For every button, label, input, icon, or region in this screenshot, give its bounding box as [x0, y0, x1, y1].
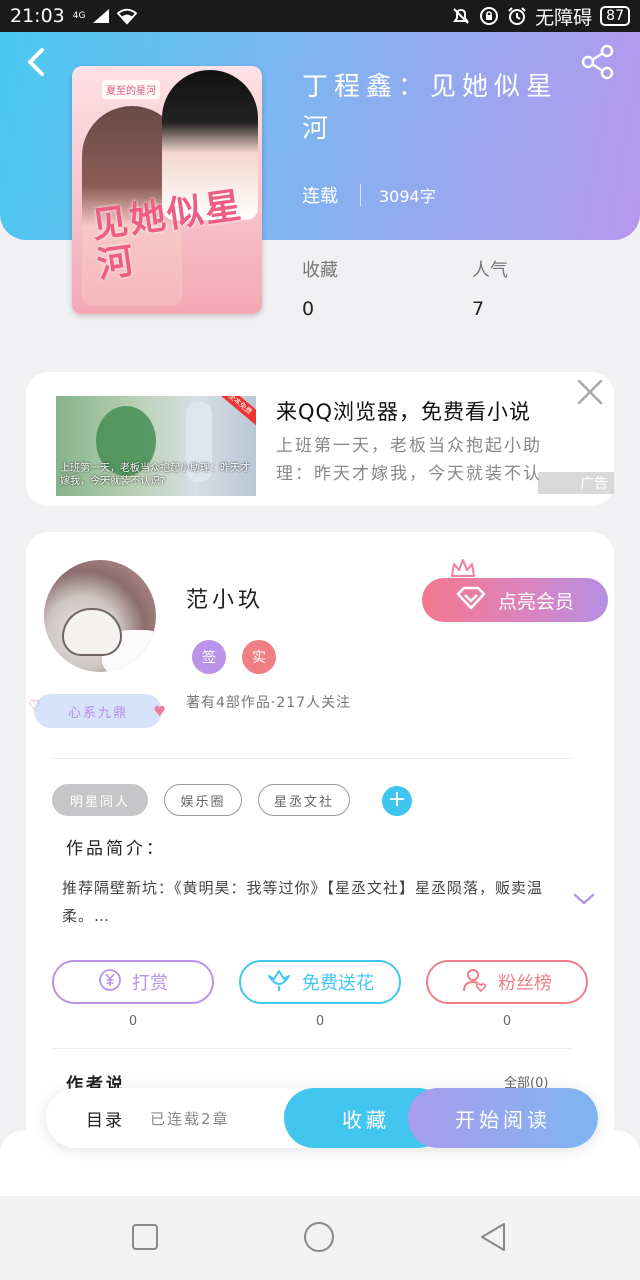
stat-value: 7 — [472, 298, 485, 320]
accessibility-label: 无障碍 — [535, 6, 593, 29]
serial-status: 连载 — [302, 186, 338, 207]
vip-button[interactable]: 点亮会员 — [422, 578, 608, 622]
word-count: 3094字 — [379, 187, 436, 206]
ad-image-caption: 上班第一天，老板当众抱起小助理：昨天才嫁我，今天就装不认识? — [60, 463, 250, 487]
stat-label: 收藏 — [302, 260, 338, 281]
fan-badge: ♡ 心系九鼎 ♥ — [28, 694, 166, 728]
alarm-icon — [507, 6, 527, 26]
mute-icon — [451, 6, 471, 26]
chevron-down-icon[interactable] — [572, 890, 596, 908]
crown-icon — [450, 558, 476, 580]
back-icon[interactable] — [22, 44, 50, 80]
avatar-cat — [62, 608, 122, 656]
status-bar: 21:03 4G 无障碍 87 — [0, 0, 640, 32]
stat-collections: 收藏 0 — [302, 256, 338, 320]
ad-title[interactable]: 来QQ浏览器，免费看小说 — [276, 396, 531, 426]
fan-ranking-button[interactable]: 粉丝榜 — [426, 960, 588, 1004]
heart-icon: ♥ — [153, 704, 168, 720]
diamond-icon — [456, 586, 486, 615]
catalog-button[interactable]: 目录 — [86, 1088, 124, 1148]
home-icon[interactable] — [302, 1220, 336, 1254]
divider — [52, 758, 572, 759]
battery-indicator: 87 — [600, 6, 630, 26]
reward-button[interactable]: 打赏 — [52, 960, 214, 1004]
flower-count: 0 — [315, 1014, 325, 1029]
reward-label: 打赏 — [132, 973, 168, 994]
fan-ranking-count: 0 — [502, 1014, 512, 1029]
ad-image[interactable]: 全本免费 上班第一天，老板当众抱起小助理：昨天才嫁我，今天就装不认识? — [56, 396, 256, 496]
intro-text[interactable]: 推荐隔壁新坑：《黄明昊：我等过你》【星丞文社】星丞陨落，贩卖温柔。… — [62, 874, 562, 930]
send-flower-button[interactable]: 免费送花 — [239, 960, 401, 1004]
flower-icon — [266, 968, 292, 997]
recent-apps-icon[interactable] — [128, 1220, 162, 1254]
ad-card[interactable]: 全本免费 上班第一天，老板当众抱起小助理：昨天才嫁我，今天就装不认识? 来QQ浏… — [26, 372, 614, 506]
verified-badge: 实 — [242, 640, 276, 674]
ad-label: 广告 — [538, 472, 614, 494]
author-name[interactable]: 范小玖 — [186, 582, 264, 614]
wifi-icon — [117, 6, 138, 26]
book-status-row: 连载 3094字 — [302, 182, 436, 208]
chapter-count[interactable]: 已连载2章 — [150, 1088, 230, 1148]
avatar[interactable] — [44, 560, 156, 672]
close-icon[interactable] — [576, 378, 604, 406]
fan-badge-label: 心系九鼎 — [67, 705, 128, 721]
share-icon[interactable] — [580, 44, 616, 80]
cover-tag: 夏至的星河 — [102, 80, 160, 99]
ad-corner-label: 全本免费 — [213, 396, 256, 428]
bottom-action-bar: 目录 已连载2章 收藏 开始阅读 — [46, 1088, 598, 1148]
user-heart-icon — [462, 967, 488, 998]
book-title: 丁程鑫：见她似星河 — [302, 72, 559, 144]
heart-icon: ♡ — [28, 698, 43, 714]
lock-rotation-icon — [479, 6, 499, 26]
book-cover[interactable]: 夏至的星河 见她似星河 — [72, 66, 262, 314]
stat-label: 人气 — [472, 260, 508, 281]
status-divider — [360, 184, 361, 206]
tag-xingcheng-club[interactable]: 星丞文社 — [258, 784, 350, 816]
signed-badge: 签 — [192, 640, 226, 674]
ad-description[interactable]: 上班第一天，老板当众抱起小助理：昨天才嫁我，今天就装不认识? — [276, 432, 566, 488]
author-meta: 著有4部作品·217人关注 — [186, 695, 352, 711]
network-type: 4G — [72, 11, 86, 21]
tag-celebrity-fanfic[interactable]: 明星同人 — [52, 784, 148, 816]
tag-entertainment[interactable]: 娱乐圈 — [164, 784, 242, 816]
fan-ranking-label: 粉丝榜 — [498, 973, 552, 994]
author-card: ♡ 心系九鼎 ♥ 范小玖 签 实 著有4部作品·217人关注 点亮会员 明星同人… — [26, 532, 614, 1132]
stat-popularity: 人气 7 — [472, 256, 508, 320]
stat-value: 0 — [302, 298, 315, 320]
intro-title: 作品简介： — [66, 839, 166, 859]
status-time: 21:03 — [10, 5, 65, 27]
divider — [52, 1048, 572, 1049]
send-flower-label: 免费送花 — [302, 973, 374, 994]
start-reading-button[interactable]: 开始阅读 — [408, 1088, 598, 1148]
vip-button-label: 点亮会员 — [497, 590, 574, 613]
system-nav-bar — [0, 1196, 640, 1280]
signal-icon — [91, 6, 111, 26]
reward-count: 0 — [128, 1014, 138, 1029]
add-tag-button[interactable]: + — [382, 786, 412, 816]
yuan-icon — [98, 968, 122, 997]
back-nav-icon[interactable] — [476, 1220, 510, 1254]
